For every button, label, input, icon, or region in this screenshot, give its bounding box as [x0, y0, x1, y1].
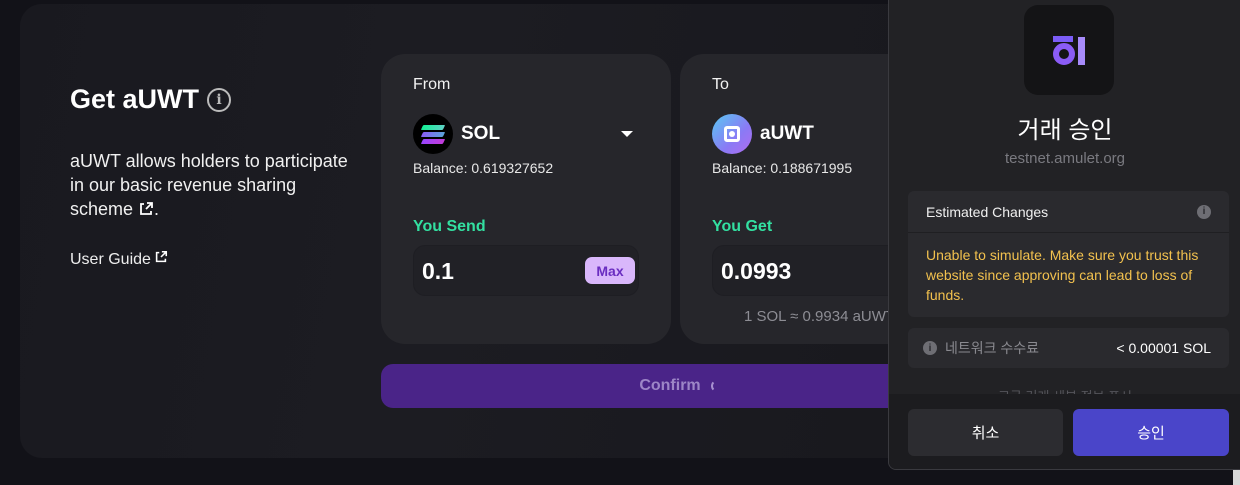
intro-description: aUWT allows holders to participate in ou… [70, 149, 360, 223]
app-logo-icon [1024, 5, 1114, 95]
intro-description-text: aUWT allows holders to participate in ou… [70, 151, 348, 219]
max-button[interactable]: Max [585, 257, 635, 284]
network-fee-row: i 네트워크 수수료 < 0.00001 SOL [908, 328, 1229, 368]
to-label: To [712, 76, 729, 93]
confirm-label: Confirm [639, 377, 701, 394]
estimated-changes-heading: Estimated Changes [926, 203, 1049, 220]
info-icon[interactable]: i [1197, 204, 1211, 219]
from-card: From SOL Balance: 0.619327652 You Send 0… [381, 54, 671, 344]
estimated-changes-header: Estimated Changes i [908, 191, 1229, 233]
external-link-icon [154, 250, 168, 269]
info-icon[interactable]: i [923, 341, 937, 355]
cancel-button[interactable]: 취소 [908, 409, 1063, 456]
approve-button[interactable]: 승인 [1073, 409, 1229, 456]
popup-origin: testnet.amulet.org [1004, 150, 1126, 167]
network-fee-value: < 0.00001 SOL [1116, 340, 1211, 356]
get-amount-value: 0.0993 [721, 258, 792, 284]
send-amount-value[interactable]: 0.1 [422, 258, 454, 285]
auwt-logo-icon [712, 114, 752, 154]
popup-title: 거래 승인 [1017, 117, 1113, 144]
from-token-selector[interactable]: SOL [413, 114, 500, 154]
simulation-warning: Unable to simulate. Make sure you trust … [926, 247, 1199, 303]
intro-description-suffix: . [154, 199, 160, 219]
page-title: Get aUWT i [70, 84, 232, 115]
exchange-rate: 1 SOL ≈ 0.9934 aUWT [744, 308, 896, 325]
to-token-display: aUWT [712, 114, 814, 154]
you-get-label: You Get [712, 218, 773, 235]
network-fee-label: 네트워크 수수료 [945, 340, 1040, 356]
estimated-changes-panel: Estimated Changes i Unable to simulate. … [908, 191, 1229, 317]
from-balance: Balance: 0.619327652 [413, 160, 554, 176]
to-token-name: aUWT [760, 123, 814, 144]
user-guide-label: User Guide [70, 250, 151, 268]
popup-footer: 취소 승인 [889, 394, 1240, 469]
send-amount-field[interactable]: 0.1 Max [413, 245, 639, 296]
from-label: From [413, 76, 451, 93]
page-title-text: Get aUWT [70, 84, 200, 114]
sol-logo-icon [413, 114, 453, 154]
loading-spinner-icon [710, 380, 723, 392]
from-token-name: SOL [461, 123, 501, 144]
chevron-down-icon[interactable] [621, 131, 633, 137]
wallet-approval-popup: 거래 승인 testnet.amulet.org Estimated Chang… [888, 0, 1240, 470]
you-send-label: You Send [413, 218, 486, 235]
to-balance: Balance: 0.188671995 [712, 160, 853, 176]
user-guide-link[interactable]: User Guide [70, 250, 168, 269]
scrollbar[interactable] [1233, 470, 1240, 485]
external-link-icon[interactable] [138, 199, 154, 223]
info-icon[interactable]: i [207, 87, 232, 112]
